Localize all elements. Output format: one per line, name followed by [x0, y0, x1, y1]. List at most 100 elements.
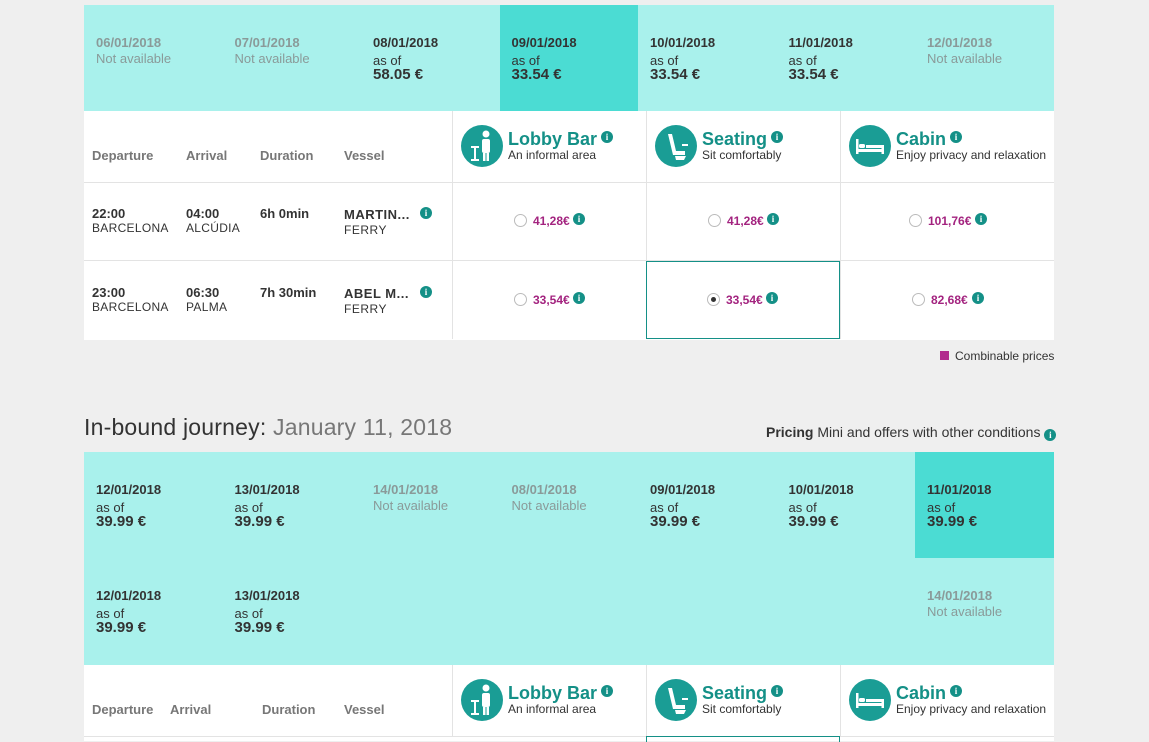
- date-label: 08/01/2018: [511, 482, 577, 497]
- date-cell[interactable]: 10/01/2018 as of 33.54 €: [638, 5, 777, 111]
- date-cell-selected[interactable]: 09/01/2018 as of 33.54 €: [499, 5, 638, 111]
- lobby-bar-icon: [461, 679, 503, 721]
- info-icon[interactable]: i: [771, 131, 784, 143]
- inbound-results-table: Departure Arrival Duration Vessel Lobby …: [84, 665, 1054, 742]
- availability-status: Not available: [96, 51, 172, 66]
- col-vessel: Vessel: [344, 148, 385, 163]
- date-price: 39.99 €: [96, 619, 147, 636]
- fare-price: 33,54€: [533, 293, 570, 307]
- fare-radio[interactable]: [514, 214, 527, 227]
- fare-option[interactable]: 41,28€ i: [646, 182, 840, 260]
- fare-radio[interactable]: [909, 214, 922, 227]
- date-label: 09/01/2018: [511, 35, 577, 50]
- fare-radio-checked[interactable]: [707, 293, 720, 306]
- fare-radio[interactable]: [912, 293, 925, 306]
- departure-port: BARCELONA: [92, 300, 169, 314]
- date-label: 13/01/2018: [234, 482, 300, 497]
- date-cell[interactable]: 09/01/2018 as of 39.99 €: [638, 452, 777, 558]
- fare-price: 33,54€: [726, 293, 763, 307]
- date-label: 11/01/2018: [927, 482, 992, 497]
- vessel-info-icon[interactable]: i: [420, 286, 432, 298]
- date-cell[interactable]: 12/01/2018 as of 39.99 €: [84, 558, 223, 664]
- date-price: 39.99 €: [96, 513, 147, 530]
- class-lobby-bar[interactable]: Lobby Bar i An informal area: [452, 111, 646, 182]
- date-label: 08/01/2018: [373, 35, 439, 50]
- bed-icon: [849, 125, 891, 167]
- availability-status: Not available: [234, 51, 310, 66]
- info-icon[interactable]: i: [601, 131, 614, 143]
- date-cell-selected[interactable]: 11/01/2018 as of 39.99 €: [915, 452, 1054, 558]
- fare-option[interactable]: 41,28€ i: [452, 182, 646, 260]
- inbound-date: January 11, 2018: [273, 414, 453, 440]
- fare-price: 41,28€: [533, 214, 570, 228]
- vessel-info-icon[interactable]: i: [420, 207, 432, 219]
- date-cell[interactable]: 08/01/2018 as of 58.05 €: [361, 5, 500, 111]
- class-cabin[interactable]: Cabin i Enjoy privacy and relaxation: [840, 665, 1054, 736]
- class-description: Enjoy privacy and relaxation: [896, 148, 1047, 162]
- fare-option[interactable]: 33,54€ i: [452, 261, 646, 339]
- info-icon[interactable]: i: [601, 685, 614, 697]
- fare-radio[interactable]: [708, 214, 721, 227]
- col-vessel: Vessel: [344, 702, 385, 717]
- fare-option[interactable]: 101,76€ i: [840, 182, 1054, 260]
- table-header: Departure Arrival Duration Vessel Lobby …: [84, 111, 1054, 183]
- arrival-time: 06:30: [186, 285, 220, 300]
- table-header: Departure Arrival Duration Vessel Lobby …: [84, 665, 1054, 737]
- class-seating[interactable]: Seating i Sit comfortably: [646, 111, 840, 182]
- class-description: An informal area: [508, 148, 597, 162]
- class-description: Sit comfortably: [702, 702, 782, 716]
- date-price: 39.99 €: [650, 513, 701, 530]
- table-row: 22:00 BARCELONA 04:00 ALCÚDIA 6h 0min MA…: [84, 182, 1054, 261]
- date-cell: 14/01/2018 Not available: [915, 558, 1054, 664]
- fare-radio[interactable]: [514, 293, 527, 306]
- info-icon[interactable]: i: [950, 685, 963, 697]
- class-title: Seating: [702, 683, 768, 703]
- date-cell: 07/01/2018 Not available: [223, 5, 362, 111]
- pricing-info: Pricing Mini and offers with other condi…: [766, 424, 1057, 441]
- date-cell[interactable]: 12/01/2018 as of 39.99 €: [84, 452, 223, 558]
- seat-icon: [655, 125, 697, 167]
- info-icon[interactable]: i: [975, 213, 987, 225]
- info-icon[interactable]: i: [573, 292, 585, 304]
- date-label: 12/01/2018: [96, 482, 162, 497]
- vessel-type: FERRY: [344, 223, 387, 237]
- col-arrival: Arrival: [186, 148, 228, 163]
- fare-option-selected[interactable]: 33,54€ i: [646, 261, 840, 339]
- col-departure: Departure: [92, 702, 154, 717]
- date-cell[interactable]: 13/01/2018 as of 39.99 €: [223, 558, 362, 664]
- info-icon[interactable]: i: [950, 131, 963, 143]
- info-icon[interactable]: i: [766, 292, 778, 304]
- inbound-date-strip: 12/01/2018 as of 39.99 € 13/01/2018 as o…: [84, 452, 1054, 665]
- fare-option[interactable]: 82,68€ i: [840, 261, 1054, 339]
- info-icon[interactable]: i: [573, 213, 585, 225]
- date-price: 58.05 €: [373, 66, 424, 83]
- date-label: 07/01/2018: [234, 35, 300, 50]
- fare-price: 41,28€: [727, 214, 764, 228]
- date-cell[interactable]: 13/01/2018 as of 39.99 €: [223, 452, 362, 558]
- date-label: 12/01/2018: [927, 35, 993, 50]
- combinable-prices-legend: Combinable prices: [940, 349, 1054, 363]
- fare-price: 101,76€: [928, 214, 972, 228]
- class-title: Lobby Bar: [508, 129, 598, 149]
- info-icon[interactable]: i: [767, 213, 779, 225]
- date-cell[interactable]: 10/01/2018 as of 39.99 €: [777, 452, 916, 558]
- info-icon[interactable]: i: [972, 292, 984, 304]
- date-label: 10/01/2018: [788, 482, 854, 497]
- class-lobby-bar[interactable]: Lobby Bar i An informal area: [452, 665, 646, 736]
- col-arrival: Arrival: [170, 702, 212, 717]
- date-cell[interactable]: 11/01/2018 as of 33.54 €: [777, 5, 916, 111]
- legend-label: Combinable prices: [955, 349, 1055, 363]
- class-seating[interactable]: Seating i Sit comfortably: [646, 665, 840, 736]
- table-row: 23:00 BARCELONA 06:30 PALMA 7h 30min ABE…: [84, 261, 1054, 339]
- outbound-date-strip: 06/01/2018 Not available 07/01/2018 Not …: [84, 5, 1054, 111]
- class-cabin[interactable]: Cabin i Enjoy privacy and relaxation: [840, 111, 1054, 182]
- date-price: 39.99 €: [234, 619, 285, 636]
- legend-swatch: [940, 351, 949, 360]
- inbound-title: In-bound journey: January 11, 2018: [84, 414, 452, 441]
- date-label: 14/01/2018: [927, 588, 993, 603]
- info-icon[interactable]: i: [1044, 429, 1057, 441]
- date-label: 13/01/2018: [234, 588, 300, 603]
- info-icon[interactable]: i: [771, 685, 784, 697]
- date-price: 33.54 €: [511, 66, 562, 83]
- date-label: 09/01/2018: [650, 482, 716, 497]
